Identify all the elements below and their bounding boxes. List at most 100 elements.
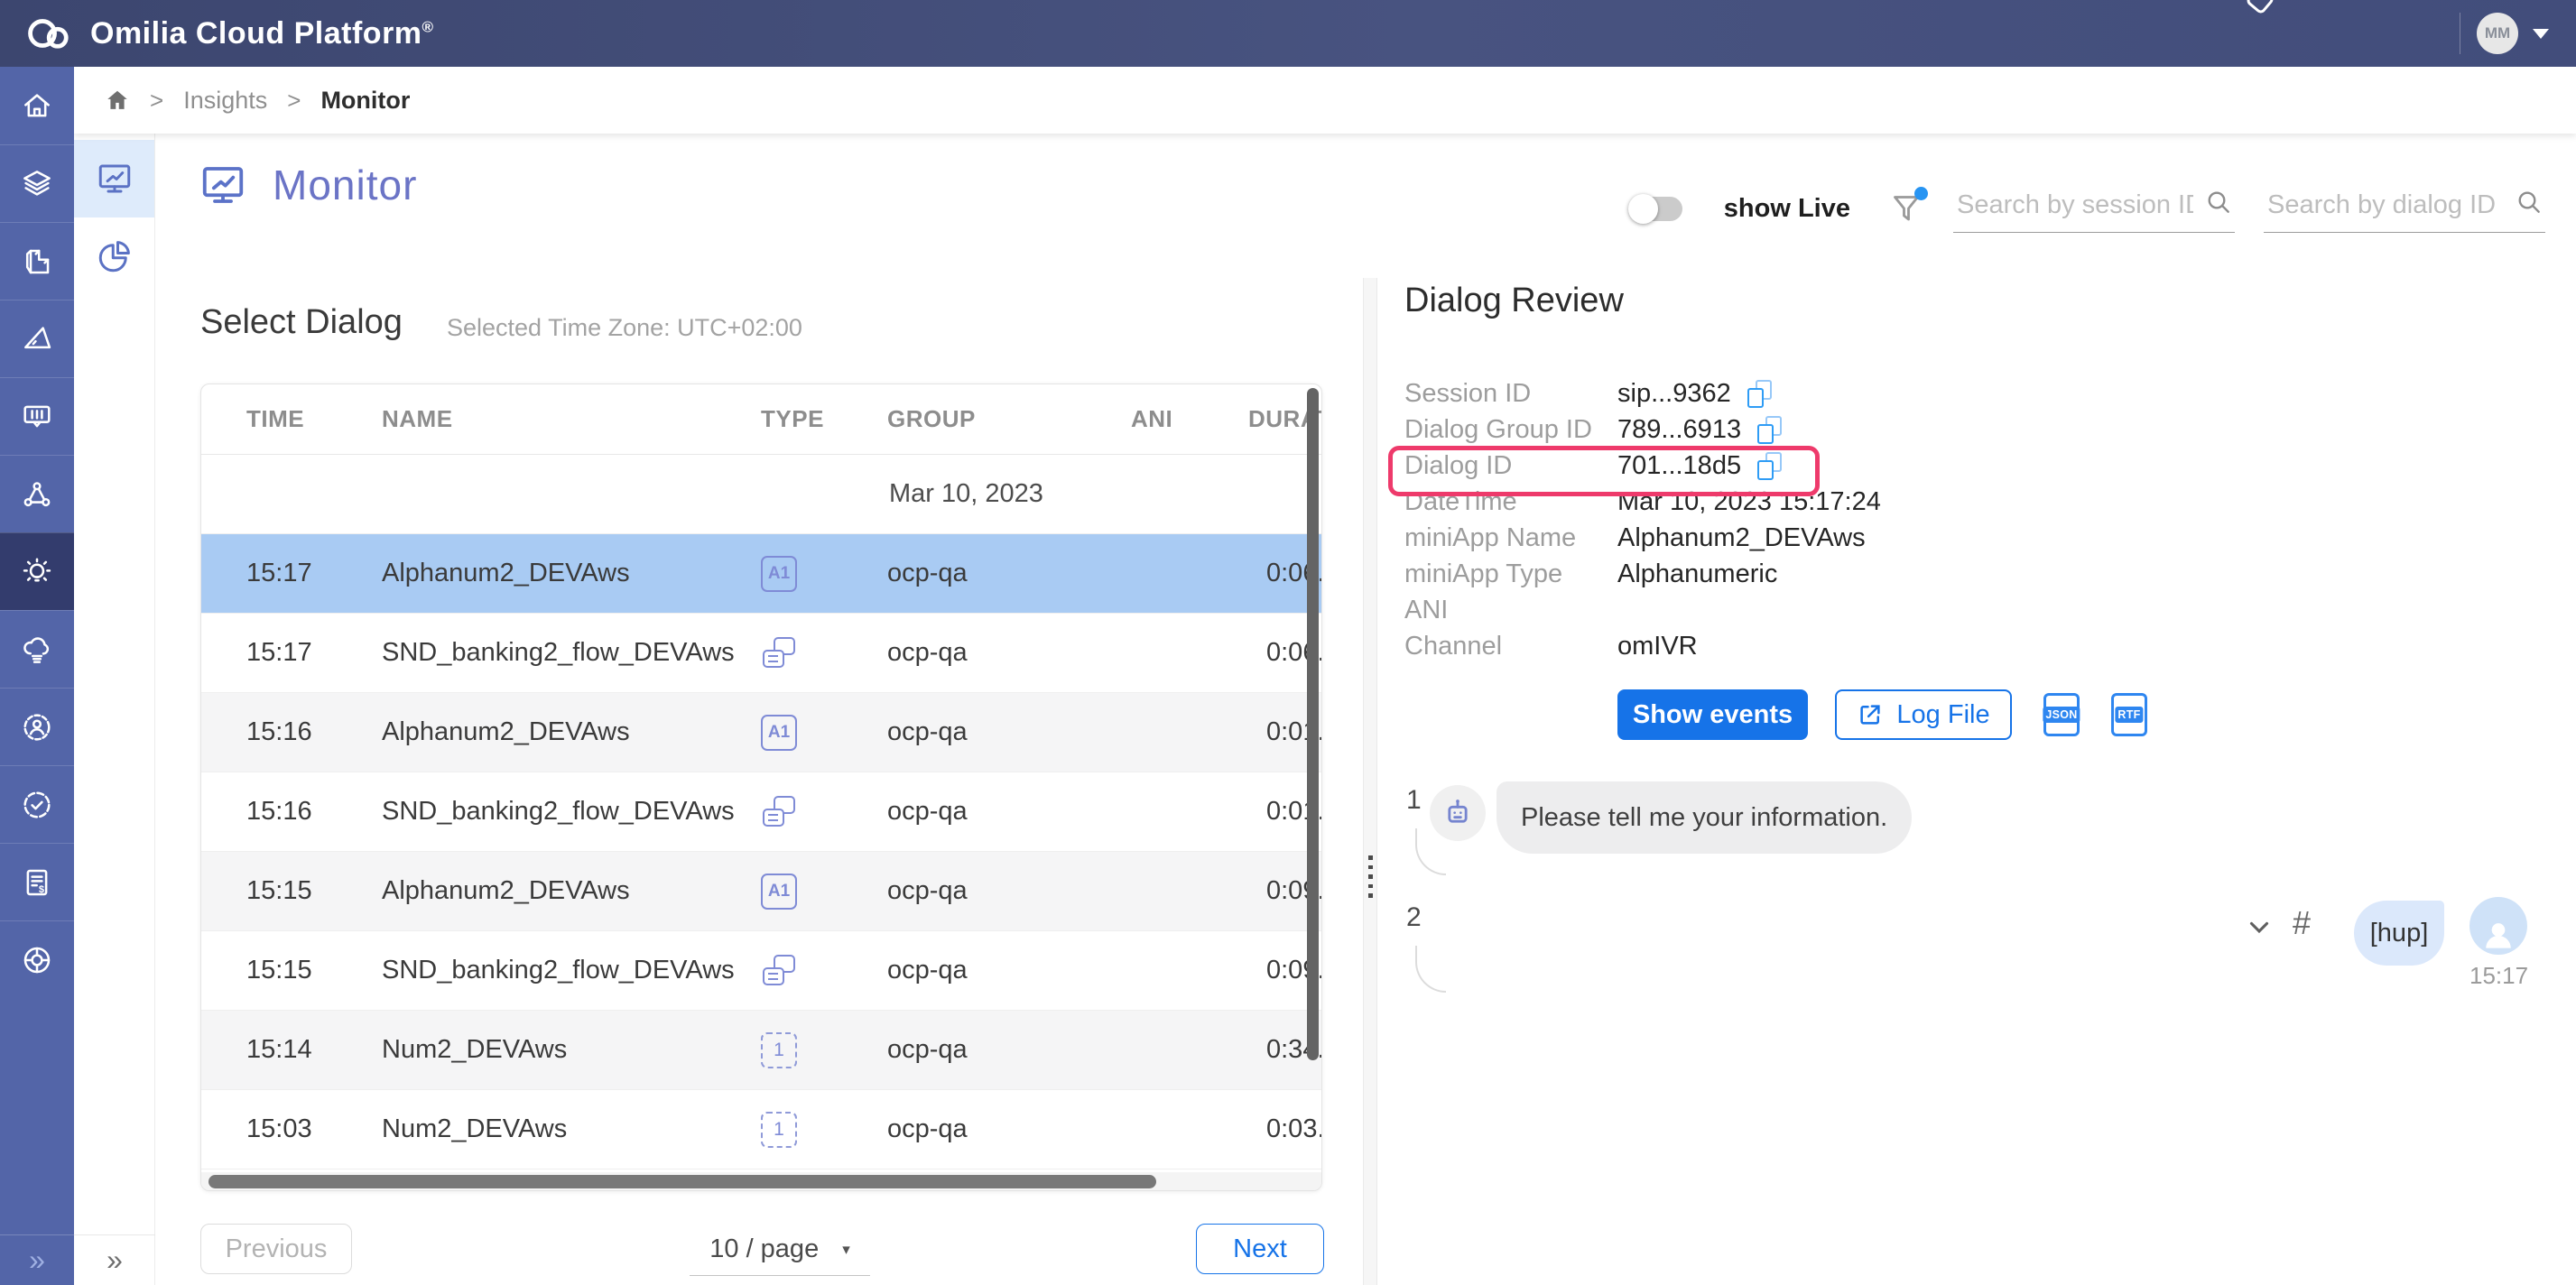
subnav-item-monitor[interactable] [74, 140, 154, 217]
page-size-select[interactable]: 10 / page ▾ [690, 1224, 870, 1276]
voice-bubble-icon [20, 400, 54, 434]
svg-text:$: $ [39, 883, 44, 894]
sidebar-item-voice[interactable] [0, 377, 74, 455]
cell-duration: 0:03. [1248, 1114, 1322, 1144]
download-rtf-button[interactable]: RTF [2111, 693, 2147, 736]
cell-name: Num2_DEVAws [382, 1035, 761, 1065]
breadcrumb-home-icon[interactable] [105, 88, 130, 113]
primary-sidebar: $ » [0, 67, 74, 1285]
table-row[interactable]: 15:15 SND_banking2_flow_DEVAws ocp-qa 0:… [201, 931, 1321, 1011]
sidebar-item-miniapps[interactable] [0, 144, 74, 222]
main-content: Monitor show Live Select [155, 134, 2576, 1285]
blocks-icon [20, 245, 54, 279]
monitor-page-icon [199, 161, 247, 209]
copy-icon[interactable] [1757, 416, 1782, 444]
field-label: Dialog ID [1404, 451, 1617, 481]
field-label: Session ID [1404, 379, 1617, 409]
field-label: miniApp Name [1404, 523, 1617, 553]
user-avatar[interactable]: MM [2477, 13, 2518, 54]
field-value: Alphanumeric [1617, 559, 1777, 589]
page-title-row: Monitor [199, 161, 417, 209]
cell-name: Alphanum2_DEVAws [382, 559, 761, 588]
download-json-button[interactable]: JSON [2043, 693, 2080, 736]
sidebar-item-home[interactable] [0, 67, 74, 144]
monitor-chart-icon [96, 160, 134, 198]
panel-splitter [1363, 278, 1377, 1285]
notification-icon[interactable] [2245, 0, 2275, 15]
table-row[interactable]: 15:17 Alphanum2_DEVAws A1 ocp-qa 0:06. [201, 534, 1321, 614]
layers-icon [20, 167, 54, 201]
col-type: TYPE [761, 405, 887, 433]
alphanumeric-type-icon: A1 [761, 874, 797, 910]
subnav-item-reports[interactable] [74, 217, 154, 295]
horizontal-scrollbar-thumb[interactable] [208, 1175, 1156, 1188]
select-caret-icon: ▾ [842, 1241, 850, 1259]
show-events-button[interactable]: Show events [1617, 689, 1808, 740]
table-row[interactable]: 15:15 Alphanum2_DEVAws A1 ocp-qa 0:09. [201, 852, 1321, 931]
collapse-icon: » [29, 1243, 45, 1277]
dialog-review-title: Dialog Review [1404, 282, 1624, 320]
user-message-bubble: [hup] [2354, 901, 2444, 966]
date-group-row: Mar 10, 2023 [201, 455, 1321, 534]
splitter-drag-handle[interactable] [1368, 855, 1373, 903]
dialog-review-fields: Session ID sip...9362 Dialog Group ID 78… [1404, 375, 2090, 664]
table-row[interactable]: 15:03 Num2_DEVAws 1 ocp-qa 0:03. [201, 1090, 1321, 1169]
copy-icon[interactable] [1757, 452, 1782, 480]
cell-group: ocp-qa [887, 559, 1131, 588]
breadcrumb-insights-link[interactable]: Insights [183, 87, 267, 115]
previous-page-button[interactable]: Previous [200, 1224, 352, 1274]
field-label: DateTime [1404, 487, 1617, 517]
field-value: 701...18d5 [1617, 451, 1741, 481]
registered-mark: ® [422, 18, 434, 35]
page-size-label: 10 / page [709, 1234, 819, 1264]
table-row[interactable]: 15:14 Num2_DEVAws 1 ocp-qa 0:34. [201, 1011, 1321, 1090]
field-row-session-id: Session ID sip...9362 [1404, 375, 2090, 411]
brand-title: Omilia Cloud Platform® [90, 16, 434, 51]
top-header: Omilia Cloud Platform® MM [0, 0, 2576, 67]
user-menu-caret-icon[interactable] [2533, 29, 2549, 39]
omilia-logo-icon [25, 14, 74, 52]
secondary-sidebar-collapse-button[interactable]: » [74, 1234, 155, 1285]
field-label: Channel [1404, 632, 1617, 661]
sidebar-item-deploy[interactable] [0, 610, 74, 688]
omilia-cloud-platform-app: Omilia Cloud Platform® MM [0, 0, 2576, 1285]
field-row-miniapp-name: miniApp Name Alphanum2_DEVAws [1404, 520, 2090, 556]
field-value: sip...9362 [1617, 379, 1731, 409]
sidebar-item-quality[interactable] [0, 765, 74, 843]
copy-icon[interactable] [1747, 380, 1772, 408]
numeric-type-icon: 1 [761, 1032, 797, 1068]
expand-message-chevron-icon[interactable] [2244, 911, 2275, 942]
sidebar-item-billing[interactable]: $ [0, 843, 74, 920]
log-file-button[interactable]: Log File [1835, 689, 2012, 740]
field-row-datetime: DateTime Mar 10, 2023 15:17:24 [1404, 484, 2090, 520]
sidebar-item-support[interactable] [0, 920, 74, 998]
sidebar-item-resources[interactable] [0, 222, 74, 300]
external-link-icon [1857, 701, 1884, 728]
col-ani: ANI [1131, 405, 1248, 433]
cell-name: SND_banking2_flow_DEVAws [382, 956, 761, 985]
field-row-miniapp-type: miniApp Type Alphanumeric [1404, 556, 2090, 592]
sidebar-item-insights[interactable] [0, 532, 74, 610]
field-value: 789...6913 [1617, 415, 1741, 445]
sidebar-item-admin[interactable] [0, 688, 74, 765]
sidebar-item-tools[interactable] [0, 300, 74, 377]
field-value: omIVR [1617, 632, 1698, 661]
table-row[interactable]: 15:17 SND_banking2_flow_DEVAws ocp-qa 0:… [201, 614, 1321, 693]
sidebar-item-orchestrator[interactable] [0, 455, 74, 532]
person-icon [2479, 915, 2518, 955]
next-page-button[interactable]: Next [1196, 1224, 1324, 1274]
flow-type-icon [761, 794, 797, 830]
field-row-dialog-id: Dialog ID 701...18d5 [1404, 448, 2090, 484]
field-row-channel: Channel omIVR [1404, 628, 2090, 664]
primary-sidebar-collapse-button[interactable]: » [0, 1234, 74, 1285]
breadcrumb: > Insights > Monitor [74, 67, 2576, 134]
table-header-row: TIME NAME TYPE GROUP ANI DURATION [201, 384, 1321, 455]
table-row[interactable]: 15:16 Alphanum2_DEVAws A1 ocp-qa 0:01. [201, 693, 1321, 772]
cell-time: 15:16 [246, 717, 382, 747]
breadcrumb-separator: > [150, 87, 163, 115]
network-icon [20, 477, 54, 512]
timezone-label: Selected Time Zone: UTC+02:00 [447, 314, 802, 342]
vertical-scrollbar-thumb[interactable] [1307, 388, 1319, 1060]
dtmf-hash-symbol: # [2293, 904, 2311, 942]
table-row[interactable]: 15:16 SND_banking2_flow_DEVAws ocp-qa 0:… [201, 772, 1321, 852]
